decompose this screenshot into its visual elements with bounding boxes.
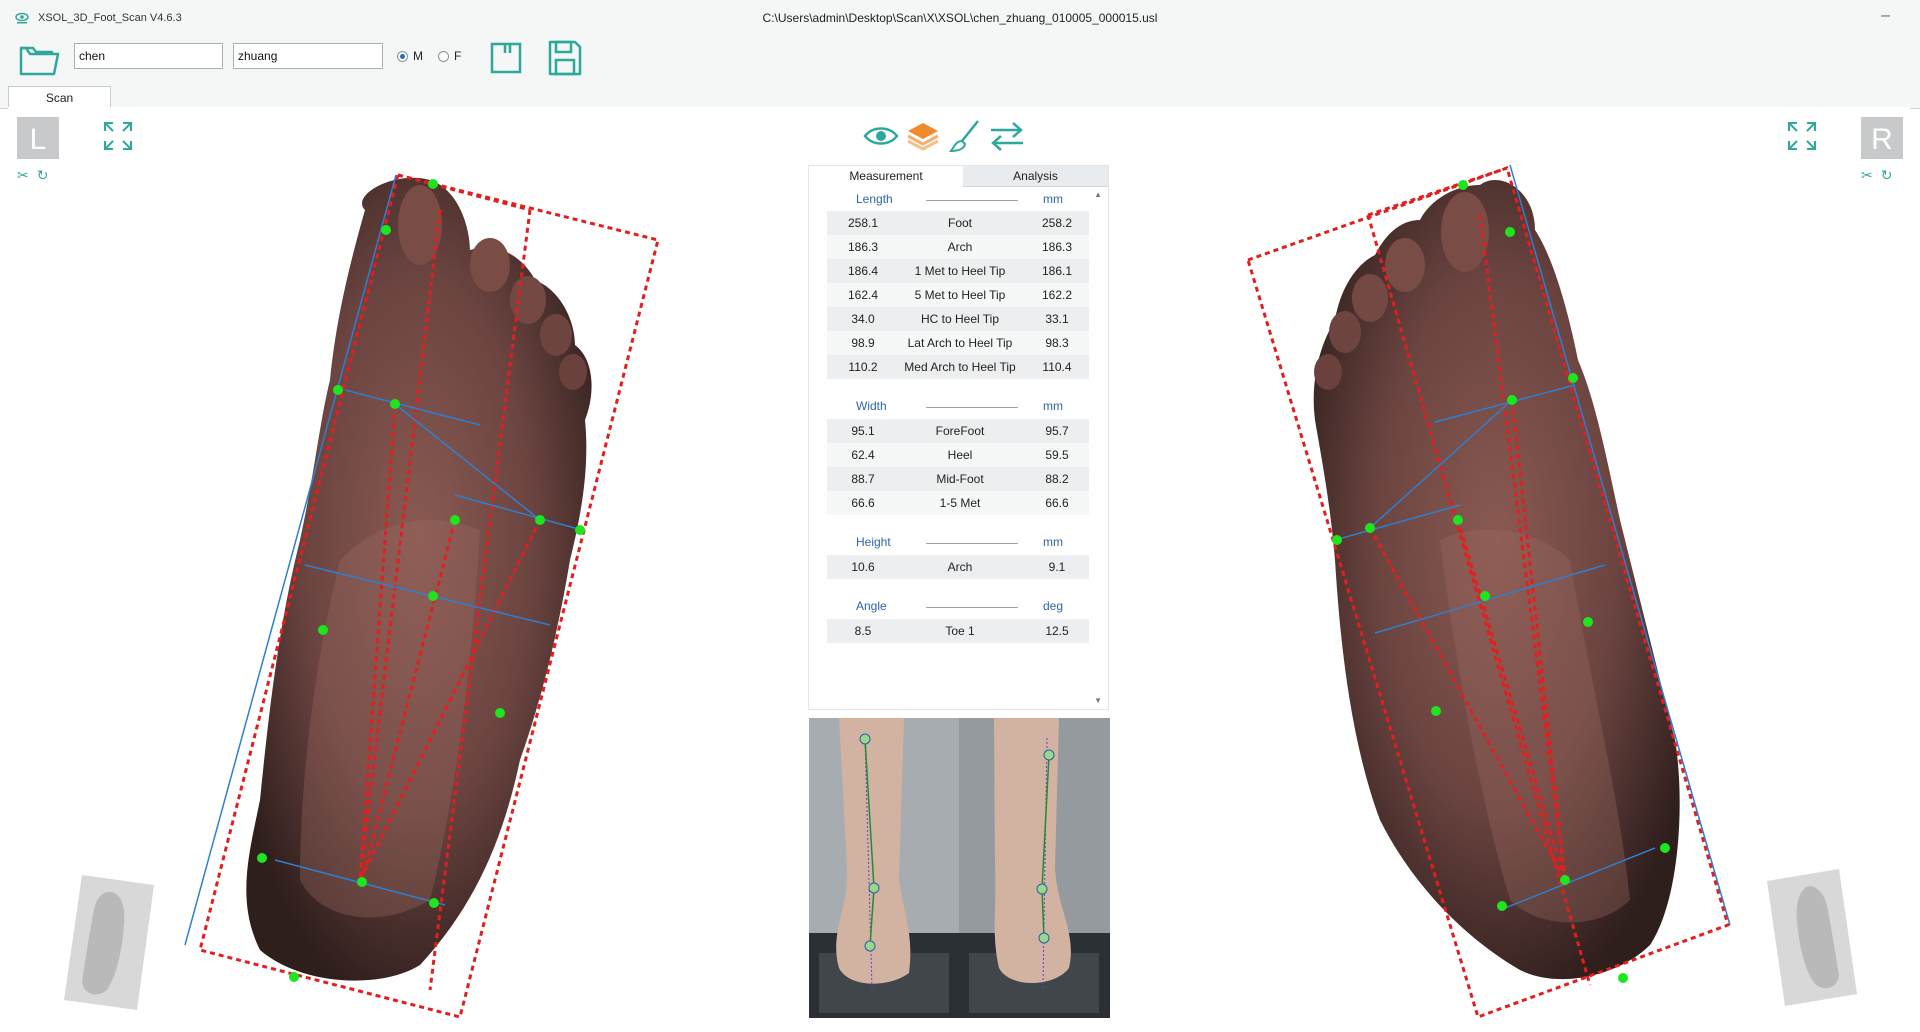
right-foot-thumbnail[interactable] bbox=[1763, 866, 1859, 1011]
new-document-icon[interactable] bbox=[489, 41, 523, 75]
brush-icon[interactable] bbox=[944, 116, 986, 156]
gender-radio-f[interactable]: F bbox=[438, 49, 461, 63]
radio-selected-icon bbox=[397, 50, 408, 62]
scroll-up-icon[interactable]: ▲ bbox=[1094, 190, 1102, 199]
swap-arrows-icon[interactable] bbox=[986, 116, 1028, 156]
table-row: 66.6 1-5 Met 66.6 bbox=[827, 491, 1089, 515]
gender-label-m: M bbox=[413, 49, 423, 63]
table-row: 186.3 Arch 186.3 bbox=[827, 235, 1089, 259]
tab-strip: Scan bbox=[0, 86, 1920, 109]
tab-scan[interactable]: Scan bbox=[8, 86, 111, 108]
scissors-icon[interactable]: ✂ bbox=[17, 167, 29, 184]
angle-label: Angle bbox=[856, 599, 887, 613]
right-tools: ✂ ↻ bbox=[1861, 167, 1892, 184]
width-section-header: Width mm bbox=[825, 399, 1083, 415]
table-row: 8.5 Toe 1 12.5 bbox=[827, 619, 1089, 643]
eye-icon[interactable] bbox=[860, 116, 902, 156]
table-row: 88.7 Mid-Foot 88.2 bbox=[827, 467, 1089, 491]
layers-icon[interactable] bbox=[902, 116, 944, 156]
expand-icon[interactable] bbox=[1787, 121, 1817, 151]
tab-measurement[interactable]: Measurement bbox=[809, 166, 964, 186]
length-section-header: Length mm bbox=[825, 192, 1083, 208]
rotate-icon[interactable]: ↻ bbox=[1881, 167, 1893, 184]
table-row: 162.4 5 Met to Heel Tip 162.2 bbox=[827, 283, 1089, 307]
radio-unselected-icon bbox=[438, 50, 449, 62]
angle-section-header: Angle deg bbox=[825, 599, 1083, 615]
length-unit: mm bbox=[1043, 192, 1063, 206]
left-foot-thumbnail[interactable] bbox=[62, 870, 158, 1015]
length-label: Length bbox=[856, 192, 893, 206]
toolbar: M F bbox=[0, 36, 1920, 86]
file-path: C:\Users\admin\Desktop\Scan\X\XSOL\chen_… bbox=[762, 11, 1158, 25]
left-tools: ✂ ↻ bbox=[17, 167, 48, 184]
scroll-down-icon[interactable]: ▼ bbox=[1094, 696, 1102, 705]
minimize-button[interactable]: – bbox=[1881, 7, 1890, 25]
right-side-badge[interactable]: R bbox=[1861, 117, 1903, 159]
left-side-badge[interactable]: L bbox=[17, 117, 59, 159]
rotate-icon[interactable]: ↻ bbox=[37, 167, 49, 184]
title-bar: XSOL_3D_Foot_Scan V4.6.3 C:\Users\admin\… bbox=[0, 0, 1920, 36]
scissors-icon[interactable]: ✂ bbox=[1861, 167, 1873, 184]
table-row: 10.6 Arch 9.1 bbox=[827, 555, 1089, 579]
tab-analysis[interactable]: Analysis bbox=[963, 166, 1108, 187]
angle-unit: deg bbox=[1042, 599, 1064, 613]
expand-icon[interactable] bbox=[103, 121, 133, 151]
save-disk-icon[interactable] bbox=[547, 39, 583, 77]
table-row: 258.1 Foot 258.2 bbox=[827, 211, 1089, 235]
gender-radio-m[interactable]: M bbox=[397, 49, 423, 63]
height-unit: mm bbox=[1043, 535, 1063, 549]
heel-rear-photo bbox=[809, 718, 1110, 1018]
width-label: Width bbox=[856, 399, 887, 413]
table-row: 98.9 Lat Arch to Heel Tip 98.3 bbox=[827, 331, 1089, 355]
width-unit: mm bbox=[1043, 399, 1063, 413]
height-label: Height bbox=[856, 535, 891, 549]
table-row: 34.0 HC to Heel Tip 33.1 bbox=[827, 307, 1089, 331]
first-name-field[interactable] bbox=[74, 43, 223, 69]
height-section-header: Height mm bbox=[825, 535, 1083, 551]
table-row: 186.4 1 Met to Heel Tip 186.1 bbox=[827, 259, 1089, 283]
table-row: 110.2 Med Arch to Heel Tip 110.4 bbox=[827, 355, 1089, 379]
last-name-field[interactable] bbox=[233, 43, 383, 69]
measurement-panel: Measurement Analysis ▲ ▼ Length mm 258.1… bbox=[808, 165, 1109, 710]
table-row: 62.4 Heel 59.5 bbox=[827, 443, 1089, 467]
table-row: 95.1 ForeFoot 95.7 bbox=[827, 419, 1089, 443]
view-tools bbox=[860, 116, 1028, 156]
open-folder-icon[interactable] bbox=[18, 40, 60, 78]
gender-label-f: F bbox=[454, 49, 462, 63]
